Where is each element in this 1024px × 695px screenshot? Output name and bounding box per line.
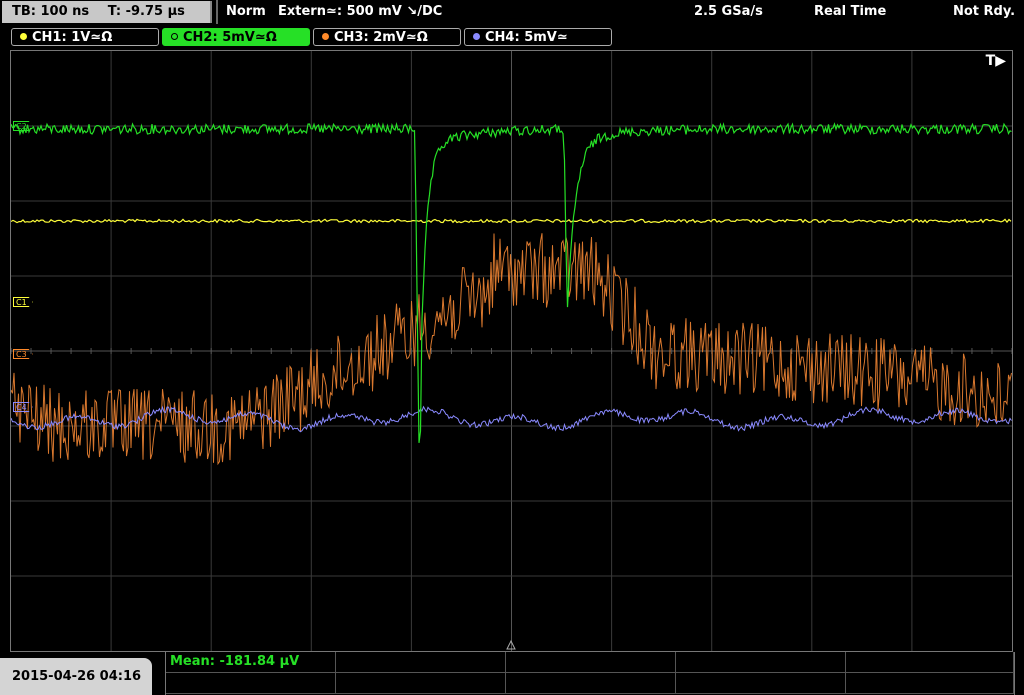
- trigger-mode[interactable]: Norm: [226, 0, 266, 24]
- ch1-label: CH1: 1V≃Ω: [32, 30, 113, 45]
- ch4-label: CH4: 5mV≃: [485, 30, 568, 45]
- acquisition-mode[interactable]: Real Time: [814, 0, 886, 24]
- measurement-cell[interactable]: [506, 673, 676, 694]
- mean-measurement: Mean: -181.84 µV: [170, 654, 300, 669]
- measurement-cell[interactable]: [336, 673, 506, 694]
- ch2-dot-icon: [171, 33, 178, 40]
- measurement-panel[interactable]: Mean: -181.84 µV: [165, 652, 1015, 695]
- status-bar: TB: 100 ns T: -9.75 µs Norm Extern≃: 500…: [0, 0, 1024, 24]
- ch2-ground-marker[interactable]: C2: [13, 121, 33, 131]
- sample-rate[interactable]: 2.5 GSa/s: [694, 0, 763, 24]
- measurement-cell[interactable]: [676, 652, 846, 673]
- acquisition-state: Not Rdy.: [953, 4, 1016, 19]
- trigger-source[interactable]: Extern≃: 500 mV ↘/DC: [278, 0, 442, 24]
- ch1-ground-marker[interactable]: C1: [13, 297, 33, 307]
- measurement-cell[interactable]: [846, 673, 1014, 694]
- timebase-value: TB: 100 ns: [12, 4, 90, 19]
- measurement-cell[interactable]: [506, 652, 676, 673]
- ch3-label: CH3: 2mV≃Ω: [334, 30, 428, 45]
- channel-bar: CH1: 1V≃Ω CH2: 5mV≃Ω CH3: 2mV≃Ω CH4: 5mV…: [0, 26, 1024, 48]
- ch3-dot-icon: [322, 33, 329, 40]
- trigger-flag-icon: T▶: [985, 53, 1006, 69]
- tab-ch1[interactable]: CH1: 1V≃Ω: [11, 28, 159, 46]
- tab-ch4[interactable]: CH4: 5mV≃: [464, 28, 612, 46]
- measurement-cell[interactable]: [676, 673, 846, 694]
- measurement-cell[interactable]: [846, 652, 1014, 673]
- ch4-dot-icon: [473, 33, 480, 40]
- grid: [11, 51, 1012, 651]
- bottom-bar: 2015-04-26 04:16 Mean: -181.84 µV: [0, 652, 1024, 695]
- tab-ch2[interactable]: CH2: 5mV≃Ω: [162, 28, 310, 46]
- ch2-label: CH2: 5mV≃Ω: [183, 30, 277, 45]
- status-divider: [216, 0, 218, 24]
- ch1-dot-icon: [20, 33, 27, 40]
- trigger-time-value: T: -9.75 µs: [107, 4, 185, 19]
- timestamp: 2015-04-26 04:16: [0, 658, 152, 695]
- measurement-cell[interactable]: Mean: -181.84 µV: [166, 652, 336, 673]
- ch4-ground-marker[interactable]: C4: [13, 402, 33, 412]
- measurement-cell[interactable]: [336, 652, 506, 673]
- waveform-canvas: [11, 51, 1012, 651]
- measurement-cell[interactable]: [166, 673, 336, 694]
- timebase-box[interactable]: TB: 100 ns T: -9.75 µs: [2, 1, 212, 23]
- tab-ch3[interactable]: CH3: 2mV≃Ω: [313, 28, 461, 46]
- waveform-display[interactable]: T▶ C2 C1 C3 C4: [10, 50, 1013, 652]
- ch3-ground-marker[interactable]: C3: [13, 349, 33, 359]
